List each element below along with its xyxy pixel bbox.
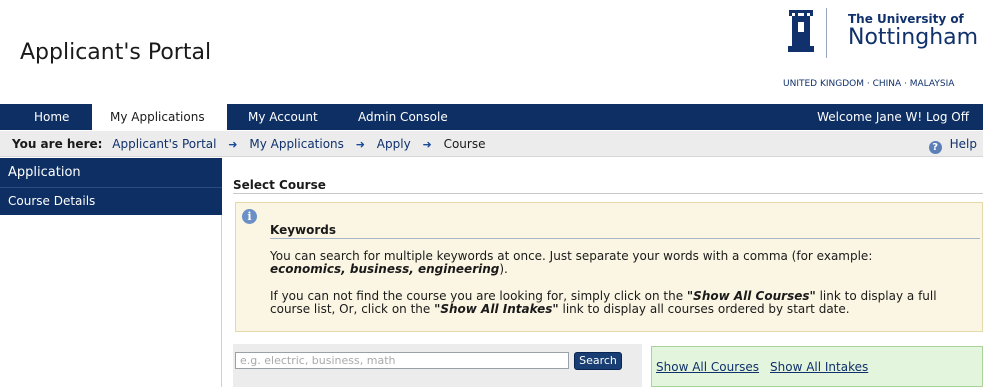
info-p1-end: ). (499, 262, 508, 276)
tab-admin-console[interactable]: Admin Console (346, 104, 460, 130)
show-all-courses-link[interactable]: Show All Courses (656, 360, 759, 374)
help-link[interactable]: ? Help (928, 131, 977, 157)
search-button[interactable]: Search (574, 352, 622, 370)
help-icon: ? (928, 141, 942, 154)
info-divider (270, 238, 980, 239)
logo-divider (826, 8, 827, 58)
breadcrumb: You are here: Applicant's Portal ➜ My Ap… (0, 131, 983, 157)
logo-countries: UNITED KINGDOM · CHINA · MALAYSIA (783, 79, 955, 89)
help-label: Help (949, 137, 977, 151)
info-icon: i (242, 209, 257, 224)
tab-home[interactable]: Home (22, 104, 81, 130)
tab-my-applications[interactable]: My Applications (92, 104, 227, 131)
arrow-right-icon: ➜ (228, 138, 238, 151)
arrow-right-icon: ➜ (422, 138, 432, 151)
info-paragraph-1: You can search for multiple keywords at … (270, 250, 970, 276)
university-logo[interactable]: The University of Nottingham UNITED KING… (783, 6, 983, 94)
sidebar-item-course-details[interactable]: Course Details (0, 188, 222, 215)
welcome-logoff[interactable]: Welcome Jane W! Log Off (817, 104, 969, 130)
sidebar: Application Course Details (0, 158, 222, 387)
breadcrumb-item-portal[interactable]: Applicant's Portal (112, 137, 216, 151)
sidebar-item-application[interactable]: Application (0, 158, 222, 188)
info-p2-link2: "Show All Intakes" (434, 302, 559, 316)
info-p1-text: You can search for multiple keywords at … (270, 249, 873, 263)
app-title: Applicant's Portal (20, 40, 212, 65)
tab-my-account[interactable]: My Account (236, 104, 330, 130)
info-p1-example: economics, business, engineering (270, 262, 500, 276)
info-p2-start: If you can not find the course you are l… (270, 289, 684, 303)
university-crest-icon (788, 10, 814, 52)
search-input[interactable] (235, 352, 569, 369)
breadcrumb-item-apply[interactable]: Apply (377, 137, 411, 151)
main-nav: Home My Applications My Account Admin Co… (0, 104, 983, 131)
section-divider (233, 193, 983, 194)
section-title: Select Course (233, 178, 326, 192)
info-p2-link1: "Show All Courses" (686, 289, 816, 303)
info-paragraph-2: If you can not find the course you are l… (270, 290, 970, 316)
header: Applicant's Portal The University of Not… (0, 0, 983, 98)
show-all-intakes-link[interactable]: Show All Intakes (770, 360, 868, 374)
show-all-panel: Show All Courses Show All Intakes (651, 346, 983, 387)
arrow-right-icon: ➜ (355, 138, 365, 151)
logo-line2: Nottingham (848, 25, 979, 50)
breadcrumb-item-course: Course (443, 137, 486, 151)
keywords-info-box: i Keywords You can search for multiple k… (235, 202, 983, 332)
logo-line1: The University of (848, 12, 964, 26)
info-p2-end: link to display all courses ordered by s… (562, 302, 850, 316)
breadcrumb-label: You are here: (12, 137, 103, 151)
info-heading: Keywords (270, 223, 337, 237)
breadcrumb-item-my-applications[interactable]: My Applications (249, 137, 344, 151)
